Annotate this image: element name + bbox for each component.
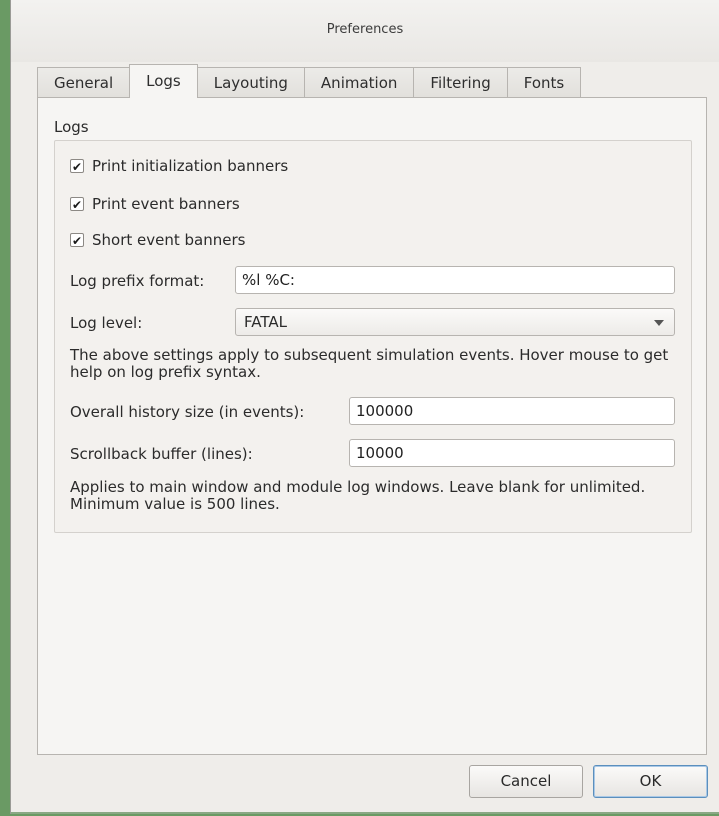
ok-button[interactable]: OK — [593, 765, 708, 798]
preferences-dialog: Preferences General Logs Layouting Anima… — [10, 0, 719, 814]
log-prefix-format-label: Log prefix format: — [70, 272, 205, 290]
log-settings-note: The above settings apply to subsequent s… — [70, 346, 669, 381]
logs-groupbox: ✔ Print initialization banners ✔ Print e… — [54, 140, 692, 533]
print-init-banners-option[interactable]: ✔ Print initialization banners — [70, 157, 288, 175]
log-prefix-format-input[interactable] — [235, 266, 675, 294]
scrollback-buffer-input[interactable] — [349, 439, 675, 467]
log-level-value: FATAL — [244, 313, 287, 331]
history-size-label: Overall history size (in events): — [70, 403, 305, 421]
cancel-button[interactable]: Cancel — [469, 765, 583, 798]
tab-fonts[interactable]: Fonts — [506, 67, 582, 97]
title-bar[interactable]: Preferences — [11, 0, 719, 62]
tab-general[interactable]: General — [37, 67, 130, 97]
print-event-banners-checkbox[interactable]: ✔ — [70, 197, 84, 212]
print-event-banners-label: Print event banners — [92, 195, 240, 213]
window-title: Preferences — [326, 22, 404, 37]
print-init-banners-checkbox[interactable]: ✔ — [70, 159, 84, 174]
scrollback-note: Applies to main window and module log wi… — [70, 478, 646, 513]
log-level-select[interactable]: FATAL — [235, 308, 675, 336]
window-bottom-edge[interactable] — [11, 812, 719, 814]
print-init-banners-label: Print initialization banners — [92, 157, 289, 175]
short-event-banners-checkbox[interactable]: ✔ — [70, 233, 84, 248]
tab-animation[interactable]: Animation — [303, 67, 414, 97]
history-size-input[interactable] — [349, 397, 675, 425]
short-event-banners-label: Short event banners — [92, 231, 246, 249]
logs-tab-panel: Logs ✔ Print initialization banners ✔ Pr… — [37, 97, 707, 755]
tab-bar: General Logs Layouting Animation Filteri… — [37, 64, 582, 98]
tab-logs[interactable]: Logs — [129, 64, 198, 98]
log-level-label: Log level: — [70, 314, 143, 332]
short-event-banners-option[interactable]: ✔ Short event banners — [70, 231, 245, 249]
print-event-banners-option[interactable]: ✔ Print event banners — [70, 195, 240, 213]
scrollback-buffer-label: Scrollback buffer (lines): — [70, 445, 253, 463]
tab-filtering[interactable]: Filtering — [413, 67, 507, 97]
logs-group-title: Logs — [54, 118, 89, 136]
tab-layouting[interactable]: Layouting — [197, 67, 304, 97]
chevron-down-icon — [654, 320, 664, 326]
